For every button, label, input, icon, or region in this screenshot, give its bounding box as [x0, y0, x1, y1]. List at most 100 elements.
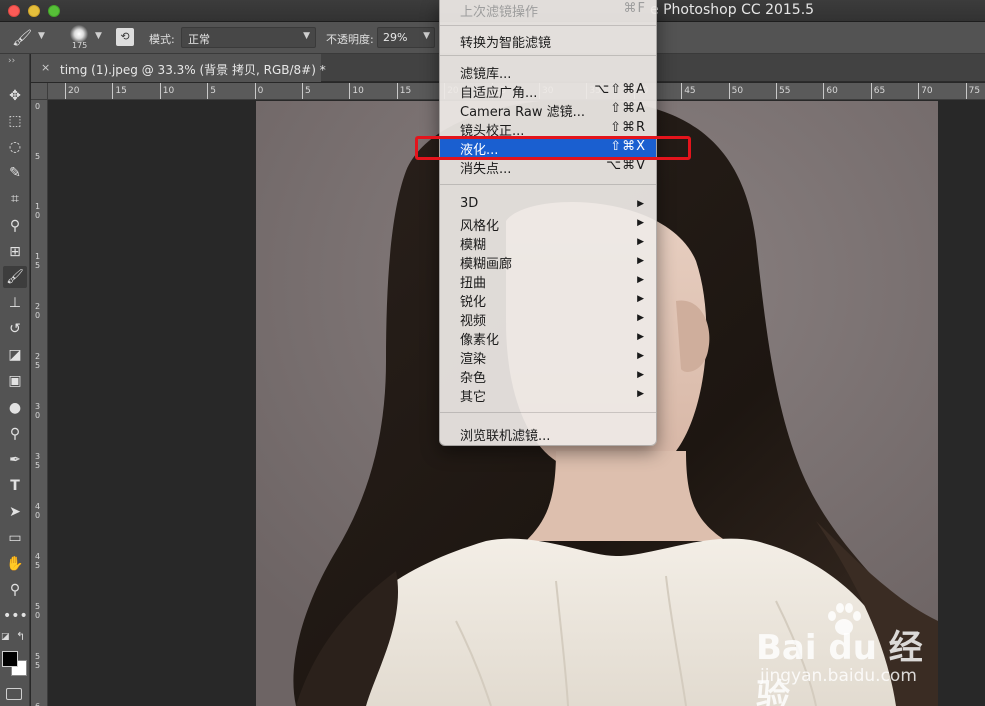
- chevron-down-icon: ▼: [423, 31, 430, 41]
- watermark-logo-text: Bai du 经验: [756, 628, 923, 706]
- ruler-tick-label: 0: [257, 86, 264, 96]
- ruler-origin[interactable]: [31, 83, 48, 100]
- ruler-tick: [776, 83, 777, 99]
- photoshop-window: e Photoshop CC 2015.5 🖌 ▼ 175 ▼ ⟲ 模式: 正常…: [0, 0, 985, 706]
- ruler-tick-label: 10: [352, 86, 364, 96]
- window-minimize-button[interactable]: [28, 5, 40, 17]
- lasso-icon[interactable]: ◌: [3, 136, 27, 158]
- swap-colors-icon[interactable]: ↰: [16, 630, 25, 643]
- rectangle-icon[interactable]: ▭: [3, 527, 27, 549]
- ruler-tick: [254, 83, 256, 99]
- document-tab-title: timg (1).jpeg @ 33.3% (背景 拷贝, RGB/8#) *: [60, 63, 326, 77]
- ruler-tick-label: 30: [35, 402, 41, 420]
- menu-item-distort[interactable]: 扭曲 ▶: [440, 271, 656, 291]
- path-select-icon[interactable]: ➤: [3, 501, 27, 523]
- opacity-value: 29%: [383, 31, 408, 44]
- zoom-icon[interactable]: ⚲: [3, 579, 27, 601]
- ruler-tick: [302, 83, 303, 99]
- submenu-arrow-icon: ▶: [637, 237, 644, 247]
- menu-item-pixelate[interactable]: 像素化 ▶: [440, 328, 656, 348]
- submenu-arrow-icon: ▶: [637, 294, 644, 304]
- menu-item-noise[interactable]: 杂色 ▶: [440, 366, 656, 386]
- filter-menu: 上次滤镜操作 ⌘F 转换为智能滤镜 滤镜库... 自适应广角... ⌥⇧⌘A C…: [439, 0, 657, 446]
- submenu-arrow-icon: ▶: [637, 313, 644, 323]
- ruler-tick-label: 60: [35, 702, 43, 706]
- ruler-tick: [112, 83, 114, 99]
- menu-item-stylize[interactable]: 风格化 ▶: [440, 214, 656, 234]
- eyedropper-icon[interactable]: ⚲: [3, 215, 27, 237]
- brush-icon[interactable]: 🖌: [12, 28, 32, 47]
- ruler-tick: [159, 83, 161, 99]
- menu-item-3d[interactable]: 3D ▶: [440, 195, 656, 214]
- ruler-tick-label: 60: [826, 86, 838, 96]
- vertical-ruler[interactable]: 0 5 10 15 20 25 30 35 40 45 50 55 60: [31, 100, 48, 706]
- ruler-tick: [870, 83, 872, 99]
- type-icon[interactable]: T: [3, 475, 27, 497]
- window-close-button[interactable]: [8, 5, 20, 17]
- mode-select[interactable]: 正常 ▼: [181, 27, 316, 48]
- brush-tool-icon[interactable]: 🖌: [3, 266, 27, 288]
- menu-item-render[interactable]: 渲染 ▶: [440, 347, 656, 367]
- opacity-input[interactable]: 29% ▼: [377, 27, 435, 48]
- app-title: e Photoshop CC 2015.5: [650, 2, 815, 18]
- history-brush-icon[interactable]: ↺: [3, 318, 27, 340]
- menu-item-other[interactable]: 其它 ▶: [440, 385, 656, 405]
- more-icon[interactable]: •••: [3, 605, 28, 627]
- submenu-arrow-icon: ▶: [637, 370, 644, 380]
- stamp-icon[interactable]: ⊥: [3, 292, 27, 314]
- blur-icon[interactable]: ●: [3, 397, 27, 419]
- menu-item-browse-online-filters[interactable]: 浏览联机滤镜...: [440, 424, 656, 444]
- eraser-icon[interactable]: ◪: [3, 344, 27, 366]
- window-maximize-button[interactable]: [48, 5, 60, 17]
- menu-item-sharpen[interactable]: 锐化 ▶: [440, 290, 656, 310]
- menu-item-blur-gallery[interactable]: 模糊画廊 ▶: [440, 252, 656, 272]
- chevron-down-icon[interactable]: ▼: [38, 31, 45, 41]
- brush-panel-toggle-icon[interactable]: ⟲: [116, 28, 134, 46]
- panel-grip-icon[interactable]: ››: [8, 56, 15, 66]
- mode-select-value: 正常: [188, 33, 210, 46]
- move-icon[interactable]: ✥: [3, 85, 27, 107]
- ruler-tick: [349, 83, 351, 99]
- ruler-tick-label: 25: [35, 352, 41, 370]
- ruler-tick-label: 10: [162, 86, 175, 96]
- mode-label: 模式:: [149, 33, 175, 46]
- crop-icon[interactable]: ⌗: [3, 188, 27, 210]
- quick-mask-icon[interactable]: [6, 688, 22, 700]
- menu-separator: [440, 55, 656, 56]
- pen-icon[interactable]: ✒: [3, 449, 27, 471]
- marquee-icon[interactable]: ⬚: [3, 110, 27, 132]
- chevron-down-icon: ▼: [303, 31, 310, 41]
- foreground-color-swatch[interactable]: [2, 651, 18, 667]
- ruler-tick: [65, 83, 66, 99]
- menu-separator: [440, 184, 656, 185]
- watermark-url: jingyan.baidu.com: [760, 666, 917, 686]
- ruler-tick-label: 45: [684, 86, 696, 96]
- dodge-icon[interactable]: ⚲: [3, 423, 27, 445]
- menu-item-convert-smart-filter[interactable]: 转换为智能滤镜: [440, 31, 656, 51]
- ruler-tick-label: 5: [305, 86, 311, 96]
- menu-item-video[interactable]: 视频 ▶: [440, 309, 656, 329]
- ruler-tick-label: 50: [35, 602, 41, 620]
- menu-item-last-filter[interactable]: 上次滤镜操作 ⌘F: [440, 0, 656, 20]
- menu-item-blur[interactable]: 模糊 ▶: [440, 233, 656, 253]
- menu-item-filter-gallery[interactable]: 滤镜库...: [440, 62, 656, 82]
- gradient-icon[interactable]: ▣: [3, 370, 27, 392]
- document-tab[interactable]: × timg (1).jpeg @ 33.3% (背景 拷贝, RGB/8#) …: [31, 54, 326, 82]
- hand-icon[interactable]: ✋: [3, 553, 27, 575]
- healing-icon[interactable]: ⊞: [3, 241, 27, 263]
- submenu-arrow-icon: ▶: [637, 275, 644, 285]
- default-colors-icon[interactable]: ◪: [1, 632, 10, 642]
- submenu-arrow-icon: ▶: [637, 199, 644, 209]
- menu-item-camera-raw[interactable]: Camera Raw 滤镜... ⇧⌘A: [440, 100, 656, 120]
- close-icon[interactable]: ×: [41, 61, 50, 74]
- ruler-tick-label: 45: [35, 552, 41, 570]
- menu-separator: [440, 412, 656, 413]
- submenu-arrow-icon: ▶: [637, 332, 644, 342]
- menu-item-adaptive-wide-angle[interactable]: 自适应广角... ⌥⇧⌘A: [440, 81, 656, 101]
- ruler-tick-label: 20: [68, 86, 80, 96]
- ruler-tick-label: 10: [35, 202, 41, 220]
- ruler-tick-label: 50: [731, 86, 744, 96]
- ruler-tick-label: 15: [35, 252, 41, 270]
- chevron-down-icon[interactable]: ▼: [95, 31, 102, 41]
- quick-select-icon[interactable]: ✎: [3, 162, 27, 184]
